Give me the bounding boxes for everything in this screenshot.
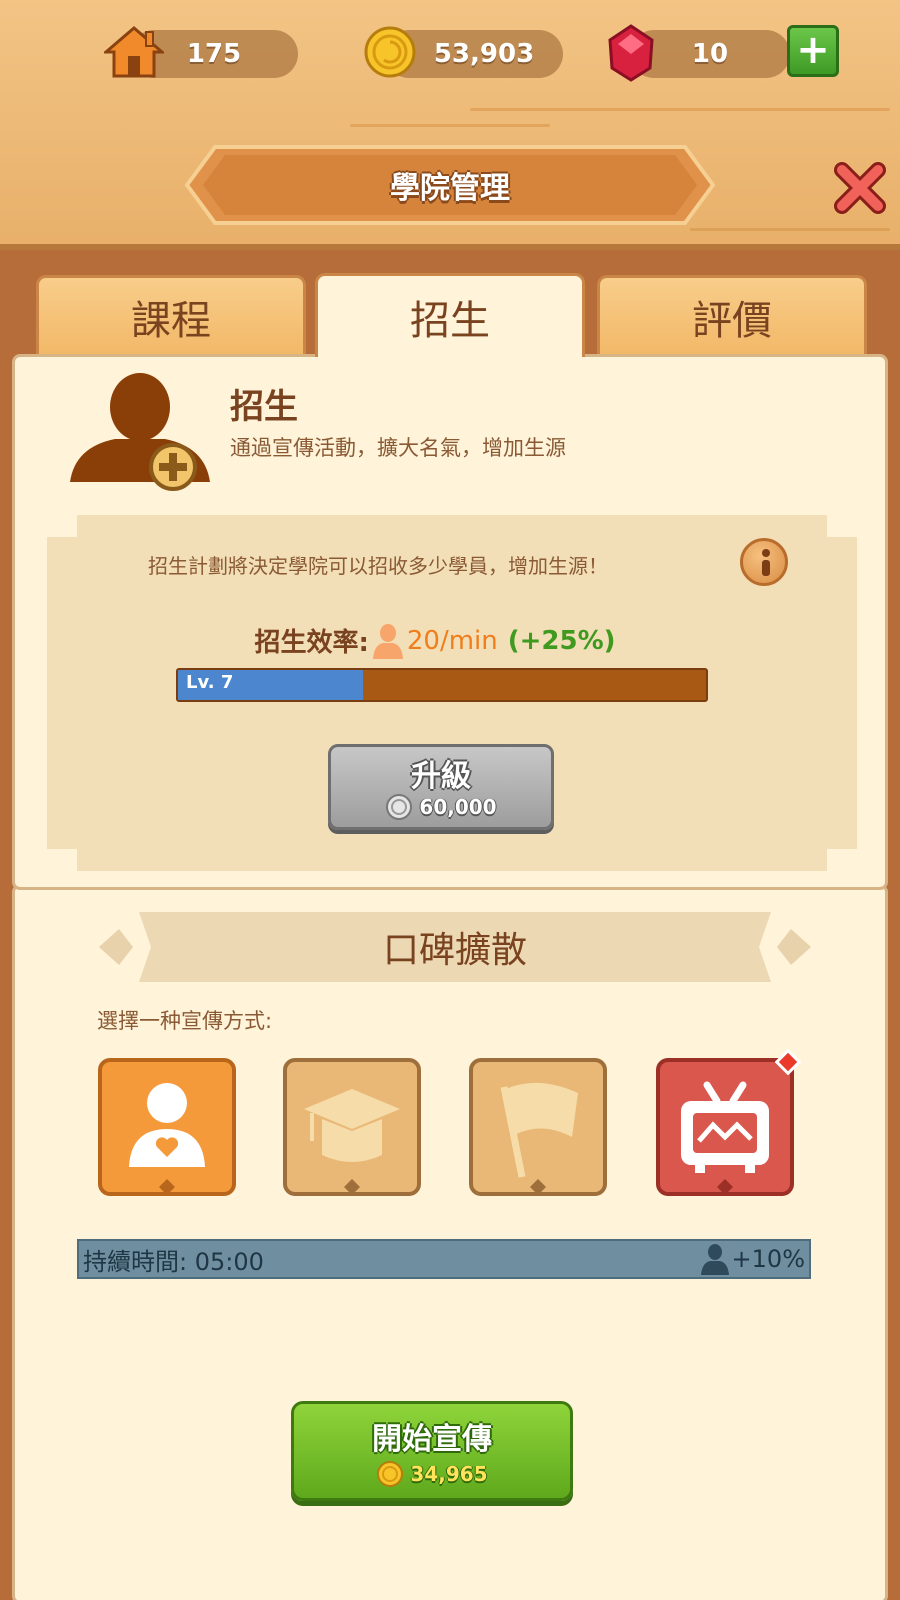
efficiency-label: 招生效率: [254,628,369,658]
word-of-mouth-panel: 口碑擴散 選擇一种宣傳方式: 持續時間: 05:00 +10% 開始宣傳 34,… [12,884,888,1600]
duration-bonus: +10% [700,1243,805,1275]
ruby-gem-icon [608,24,654,82]
tab-label: 招生 [410,297,490,344]
tab-enrollment[interactable]: 招生 [315,273,585,357]
efficiency-bonus: (+25%) [507,625,616,656]
level-progress-bar: Lv. 7 [176,668,708,702]
upgrade-label: 升級 [411,759,471,794]
plan-description: 招生計劃將決定學院可以招收多少學員，增加生源！ [148,554,608,578]
promo-option-person[interactable] [97,1057,237,1197]
coin-icon [364,26,416,78]
page-title: 學院管理 [390,171,510,206]
tab-reviews[interactable]: 評價 [597,275,867,355]
wood-grain [350,124,550,127]
coin-icon [377,1461,404,1487]
wood-grain [470,108,890,111]
house-icon [104,26,164,78]
upgrade-button[interactable]: 升級 60,000 [328,744,554,830]
efficiency-row: 招生效率: 20/min (+25%) [0,622,870,659]
tab-label: 評價 [692,297,772,344]
house-count: 175 [186,39,242,69]
promo-option-tv[interactable] [655,1049,801,1197]
promo-option-graduation[interactable] [282,1057,422,1197]
new-badge-icon [775,1049,801,1075]
wood-grain [690,228,890,231]
section-title: 招生 [230,387,298,427]
student-icon [700,1244,729,1275]
section-description: 通過宣傳活動，擴大名氣，增加生源 [230,436,566,460]
start-promotion-cost-value: 34,965 [410,1462,488,1486]
efficiency-rate: 20/min [406,625,498,656]
tab-label: 課程 [131,297,211,344]
choose-method-text: 選擇一种宣傳方式: [97,1009,273,1033]
word-of-mouth-title: 口碑擴散 [382,930,527,971]
start-promotion-label: 開始宣傳 [372,1422,492,1457]
duration-bonus-value: +10% [731,1245,805,1273]
add-gems-button[interactable]: + [787,25,839,77]
promo-option-flag[interactable] [468,1057,608,1197]
close-icon[interactable] [830,158,890,218]
add-student-icon [70,373,210,491]
upgrade-cost: 60,000 [331,793,551,821]
info-icon[interactable] [740,538,788,586]
coin-count: 53,903 [433,39,535,69]
gem-count: 10 [691,39,729,69]
start-promotion-cost: 34,965 [294,1460,570,1488]
silver-coin-icon [386,794,413,820]
duration-bar: 持續時間: 05:00 +10% [77,1239,811,1279]
upgrade-cost-value: 60,000 [419,795,497,819]
tab-courses[interactable]: 課程 [36,275,306,355]
level-label: Lv. 7 [186,672,234,693]
duration-label: 持續時間: 05:00 [83,1247,264,1276]
student-icon [372,623,403,659]
start-promotion-button[interactable]: 開始宣傳 34,965 [291,1401,573,1501]
